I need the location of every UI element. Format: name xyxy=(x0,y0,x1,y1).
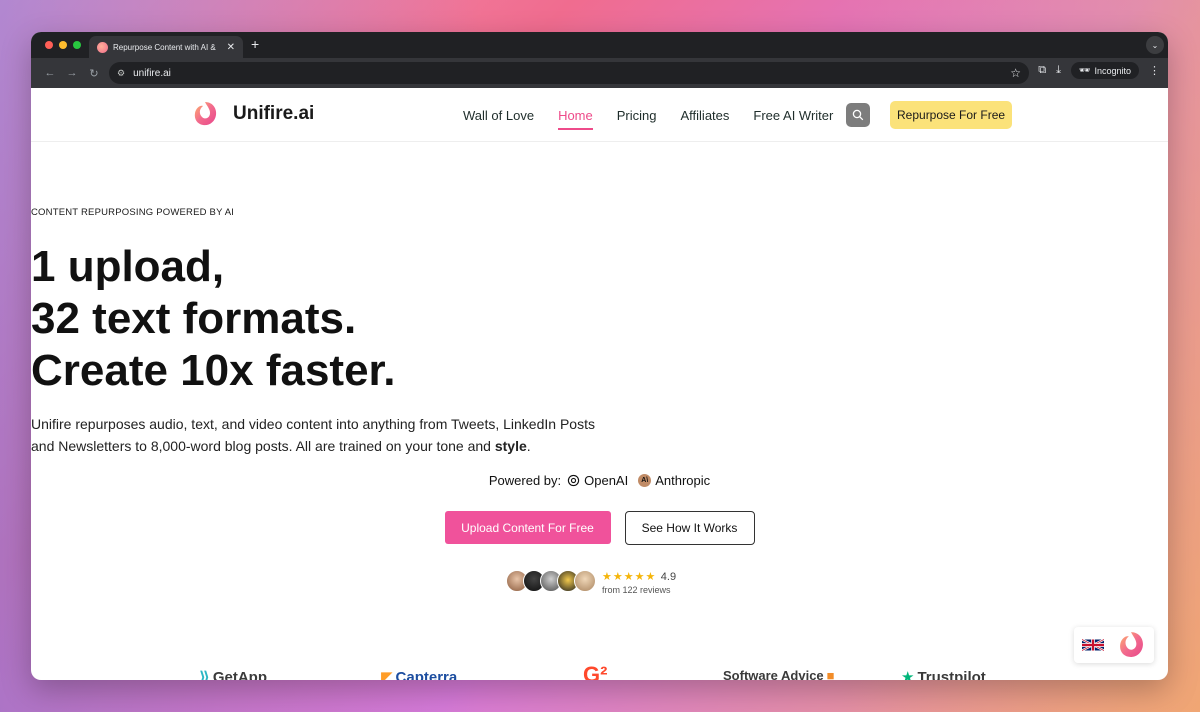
hero-description: Unifire repurposes audio, text, and vide… xyxy=(31,413,1168,457)
repurpose-for-free-button[interactable]: Repurpose For Free xyxy=(890,101,1013,129)
hero-headline: 1 upload, 32 text formats. Create 10x fa… xyxy=(31,241,1168,397)
upload-content-button[interactable]: Upload Content For Free xyxy=(444,511,611,544)
unifire-chat-icon[interactable] xyxy=(1116,630,1146,660)
trustpilot-logo: ★ Trustpilot xyxy=(901,668,986,681)
anthropic-icon: A\ xyxy=(638,474,652,487)
getapp-text: GetApp xyxy=(212,668,267,681)
brand-name: Unifire.ai xyxy=(233,103,315,124)
main-nav: Wall of Love Home Pricing Affiliates Fre… xyxy=(463,88,833,142)
reviewer-avatars xyxy=(506,570,596,592)
headline-line-1: 1 upload, xyxy=(31,242,225,291)
description-bold: style xyxy=(494,438,527,454)
minimize-window-button[interactable] xyxy=(59,41,67,49)
getapp-icon: ⟫ xyxy=(199,669,210,680)
search-icon xyxy=(852,109,864,121)
description-line-2: and Newsletters to 8,000-word blog posts… xyxy=(31,435,1168,457)
description-end: . xyxy=(526,438,531,454)
softwareadvice-text: Software Advice xyxy=(723,668,824,680)
rating-block: ★★★★★ 4.9 from 122 reviews xyxy=(602,567,676,595)
description-line-1: Unifire repurposes audio, text, and vide… xyxy=(31,416,595,432)
nav-wall-of-love[interactable]: Wall of Love xyxy=(463,88,534,142)
getapp-logo: ⟫ GetApp xyxy=(199,668,267,681)
close-window-button[interactable] xyxy=(45,41,53,49)
description-text: and Newsletters to 8,000-word blog posts… xyxy=(31,438,491,454)
powered-by: Powered by: OpenAI A\ Anthropic xyxy=(31,473,1168,488)
url-text[interactable]: unifire.ai xyxy=(133,68,1002,79)
reload-icon[interactable]: ↻ xyxy=(83,67,105,80)
incognito-label: Incognito xyxy=(1094,65,1131,76)
star-rating-icon: ★★★★★ xyxy=(602,571,657,583)
reviews-summary: ★★★★★ 4.9 from 122 reviews xyxy=(506,567,676,595)
nav-free-ai-writer[interactable]: Free AI Writer xyxy=(753,88,833,142)
bookmark-star-icon[interactable]: ☆ xyxy=(1010,66,1021,80)
review-platform-logos: ⟫ GetApp ◤ Capterra G² Software Advice ■… xyxy=(31,662,1168,681)
extensions-icon[interactable]: ⧉ xyxy=(1038,64,1046,77)
rating-value: 4.9 xyxy=(660,571,677,583)
capterra-icon: ◤ xyxy=(381,669,393,680)
tab-strip: Repurpose Content with AI & ✕ + ⌄ xyxy=(31,32,1168,58)
hero-buttons: Upload Content For Free See How It Works xyxy=(31,511,1168,545)
address-bar[interactable]: ⚙ unifire.ai ☆ xyxy=(109,62,1029,84)
nav-home[interactable]: Home xyxy=(558,88,593,142)
provider-openai: OpenAI xyxy=(584,473,629,488)
download-icon[interactable]: ⤓ xyxy=(1056,64,1061,77)
browser-toolbar: ← → ↻ ⚙ unifire.ai ☆ ⧉ ⤓ 🕶 Incognito ⋮ xyxy=(31,58,1168,88)
softwareadvice-logo: Software Advice ■ xyxy=(723,668,835,680)
g2-logo: G² xyxy=(583,662,607,680)
trustpilot-text: Trustpilot xyxy=(917,668,986,681)
tab-close-icon[interactable]: ✕ xyxy=(227,42,235,53)
powered-label: Powered by: xyxy=(488,473,562,488)
nav-pricing[interactable]: Pricing xyxy=(617,88,657,142)
provider-anthropic: Anthropic xyxy=(655,473,711,488)
trustpilot-icon: ★ xyxy=(901,669,915,680)
capterra-text: Capterra xyxy=(395,668,458,681)
favicon-icon xyxy=(97,41,108,53)
browser-tab[interactable]: Repurpose Content with AI & ✕ xyxy=(89,36,243,58)
site-info-icon[interactable]: ⚙ xyxy=(117,68,125,79)
softwareadvice-icon: ■ xyxy=(826,668,835,680)
uk-flag-icon[interactable] xyxy=(1082,638,1104,652)
avatar xyxy=(574,570,596,592)
see-how-it-works-button[interactable]: See How It Works xyxy=(624,511,755,545)
headline-line-2: 32 text formats. xyxy=(31,294,357,343)
browser-window: Repurpose Content with AI & ✕ + ⌄ ← → ↻ … xyxy=(31,32,1168,680)
site-header: Unifire.ai Wall of Love Home Pricing Aff… xyxy=(31,88,1168,142)
search-button[interactable] xyxy=(846,103,870,127)
g2-icon: G² xyxy=(583,662,608,680)
review-count: from 122 reviews xyxy=(602,585,671,595)
new-tab-icon[interactable]: + xyxy=(251,36,259,52)
menu-dots-icon[interactable]: ⋮ xyxy=(1149,64,1160,77)
forward-icon[interactable]: → xyxy=(61,67,83,79)
back-icon[interactable]: ← xyxy=(39,67,61,79)
headline-line-3: Create 10x faster. xyxy=(31,346,396,395)
tab-title: Repurpose Content with AI & xyxy=(113,42,216,52)
hero-eyebrow: CONTENT REPURPOSING POWERED BY AI xyxy=(31,207,235,218)
tab-search-icon[interactable]: ⌄ xyxy=(1146,36,1164,54)
unifire-logo-icon xyxy=(194,102,217,126)
nav-affiliates[interactable]: Affiliates xyxy=(681,88,730,142)
brand[interactable]: Unifire.ai xyxy=(191,100,314,128)
maximize-window-button[interactable] xyxy=(73,41,81,49)
incognito-icon: 🕶 xyxy=(1079,65,1091,75)
language-widget[interactable] xyxy=(1074,627,1154,663)
capterra-logo: ◤ Capterra xyxy=(381,668,458,681)
incognito-badge[interactable]: 🕶 Incognito xyxy=(1071,62,1139,79)
openai-icon xyxy=(567,474,580,487)
